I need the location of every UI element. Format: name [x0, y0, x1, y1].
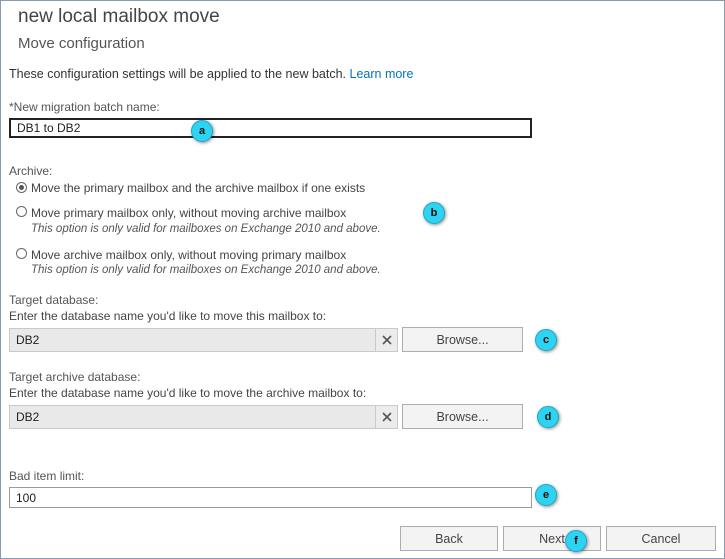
target-database-label: Target database: — [9, 293, 99, 307]
target-database-hint: Enter the database name you'd like to mo… — [9, 309, 327, 323]
close-icon — [381, 335, 392, 345]
intro-description: These configuration settings will be app… — [9, 67, 347, 81]
callout-marker: e — [535, 484, 557, 506]
archive-option-label: Move the primary mailbox and the archive… — [31, 181, 366, 195]
page-title: new local mailbox move — [18, 6, 220, 27]
archive-option-label: Move primary mailbox only, without movin… — [31, 206, 347, 220]
target-database-field[interactable]: DB2 — [9, 328, 376, 352]
batch-name-label: *New migration batch name: — [9, 100, 160, 114]
browse-target-archive-database-button[interactable]: Browse... — [402, 404, 523, 429]
radio-button-selected[interactable] — [16, 182, 27, 193]
target-archive-database-label: Target archive database: — [9, 370, 141, 384]
archive-option-note: This option is only valid for mailboxes … — [31, 223, 381, 235]
clear-target-archive-database-button[interactable] — [376, 405, 398, 429]
clear-target-database-button[interactable] — [376, 328, 398, 352]
radio-button[interactable] — [16, 248, 27, 259]
radio-button[interactable] — [16, 206, 27, 217]
cancel-button[interactable]: Cancel — [606, 526, 716, 551]
browse-target-database-button[interactable]: Browse... — [402, 327, 523, 352]
callout-marker: d — [537, 406, 559, 428]
close-icon — [381, 412, 392, 422]
callout-marker: c — [535, 329, 557, 351]
bad-item-limit-label: Bad item limit: — [9, 469, 85, 483]
callout-marker: a — [191, 120, 213, 142]
target-archive-database-field[interactable]: DB2 — [9, 405, 376, 429]
dialog-frame — [0, 0, 725, 559]
back-button[interactable]: Back — [400, 526, 498, 551]
bad-item-limit-input[interactable] — [9, 487, 532, 508]
learn-more-link[interactable]: Learn more — [350, 67, 414, 81]
batch-name-input[interactable] — [9, 118, 532, 138]
archive-option-note: This option is only valid for mailboxes … — [31, 264, 381, 276]
archive-option-label: Move archive mailbox only, without movin… — [31, 248, 347, 262]
callout-marker: b — [423, 202, 445, 224]
page-subtitle: Move configuration — [18, 35, 145, 52]
archive-label: Archive: — [9, 164, 53, 178]
target-archive-database-hint: Enter the database name you'd like to mo… — [9, 386, 367, 400]
intro-text: These configuration settings will be app… — [9, 67, 413, 81]
callout-marker: f — [565, 530, 587, 552]
